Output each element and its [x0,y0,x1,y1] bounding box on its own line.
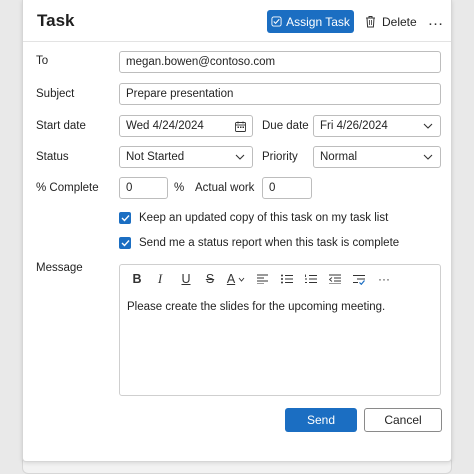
font-color-icon: A [226,272,236,286]
percent-complete-value: 0 [126,182,133,194]
to-value: megan.bowen@contoso.com [126,56,276,68]
assign-task-button[interactable]: Assign Task [267,10,354,33]
strikethrough-button[interactable]: S [199,269,221,289]
italic-button[interactable]: I [147,269,173,289]
bold-button[interactable]: B [128,269,146,289]
underline-button[interactable]: U [173,269,199,289]
status-label: Status [36,151,69,163]
task-dialog: Task Assign Task Delete … To megan.bowen… [22,0,452,462]
checklist-icon[interactable] [347,269,371,289]
message-editor[interactable]: B I U S A ··· Please create the slides f… [119,264,441,396]
formatting-toolbar: B I U S A ··· [120,265,440,293]
status-value: Not Started [126,151,185,163]
status-report-label: Send me a status report when this task i… [139,237,400,249]
start-date-picker[interactable]: Wed 4/24/2024 [119,115,253,137]
keep-copy-option[interactable]: Keep an updated copy of this task on my … [119,212,388,224]
to-field[interactable]: megan.bowen@contoso.com [119,51,441,73]
message-label: Message [36,262,83,274]
priority-value: Normal [320,151,358,163]
actual-work-input[interactable]: 0 [262,177,312,199]
chevron-down-icon [238,277,245,282]
delete-button[interactable]: Delete [365,10,417,33]
more-formatting-icon[interactable]: ··· [371,269,397,289]
chevron-down-icon [234,151,246,163]
bulleted-list-icon[interactable] [275,269,299,289]
keep-copy-checkbox[interactable] [119,212,131,224]
priority-select[interactable]: Normal [313,146,441,168]
due-date-label: Due date [262,120,309,132]
align-left-icon[interactable] [251,269,275,289]
cancel-button[interactable]: Cancel [364,408,442,432]
to-label: To [36,55,49,67]
status-report-checkbox[interactable] [119,237,131,249]
decrease-indent-icon[interactable] [323,269,347,289]
subject-value: Prepare presentation [126,88,234,100]
due-date-value: Fri 4/26/2024 [320,120,388,132]
actual-work-value: 0 [269,182,276,194]
start-date-value: Wed 4/24/2024 [126,120,204,132]
dialog-title: Task [37,11,75,30]
trash-icon [366,16,375,28]
calendar-icon[interactable] [234,120,246,132]
priority-label: Priority [262,151,298,163]
dialog-header: Task Assign Task Delete … [23,0,451,42]
message-body[interactable]: Please create the slides for the upcomin… [127,301,385,313]
delete-label: Delete [382,14,417,29]
status-report-option[interactable]: Send me a status report when this task i… [119,237,399,249]
percent-complete-input[interactable]: 0 [119,177,168,199]
start-date-label: Start date [36,120,86,132]
status-select[interactable]: Not Started [119,146,253,168]
assign-task-icon [271,16,282,27]
due-date-select[interactable]: Fri 4/26/2024 [313,115,441,137]
subject-field[interactable]: Prepare presentation [119,83,441,105]
percent-complete-label: % Complete [36,182,99,194]
chevron-down-icon [422,120,434,132]
percent-sign: % [174,182,185,194]
subject-label: Subject [36,88,75,100]
send-button[interactable]: Send [285,408,357,432]
numbered-list-icon[interactable] [299,269,323,289]
more-options-icon[interactable]: … [427,10,444,32]
assign-task-label: Assign Task [286,14,350,29]
actual-work-label: Actual work [195,182,255,194]
chevron-down-icon [422,151,434,163]
keep-copy-label: Keep an updated copy of this task on my … [139,212,389,224]
font-color-button[interactable]: A [221,269,251,289]
